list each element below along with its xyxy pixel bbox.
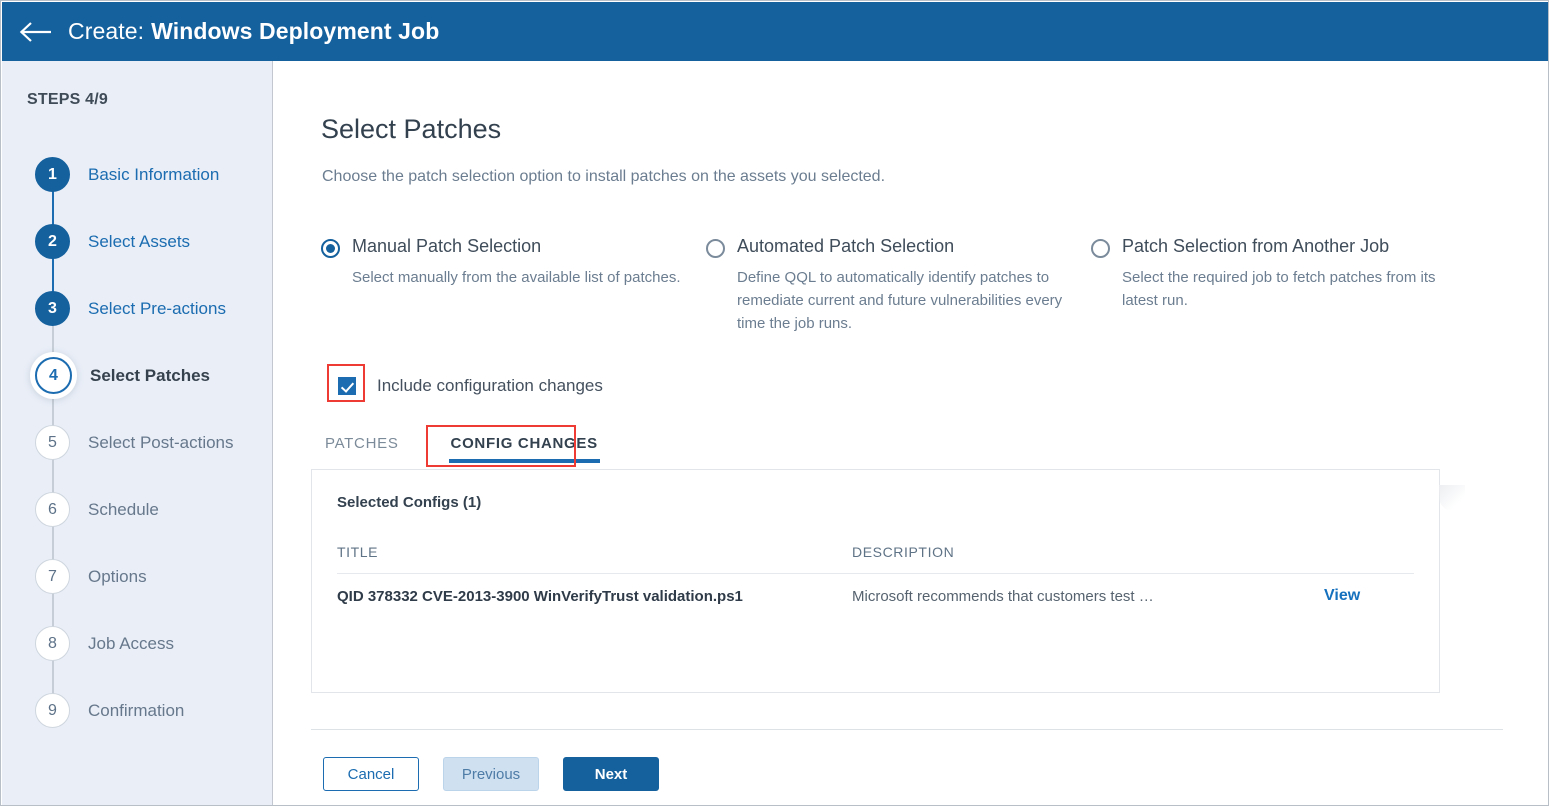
option-patch-selection-from-another-job[interactable]: Patch Selection from Another Job Select … [1091,236,1471,335]
tab-config-changes[interactable]: CONFIG CHANGES [449,431,600,463]
step-connector [52,589,54,631]
wizard-footer-buttons: Cancel Previous Next [323,757,659,791]
step-label: Confirmation [88,701,184,721]
step-label: Select Patches [90,366,210,386]
option-manual-patch-selection[interactable]: Manual Patch Selection Select manually f… [321,236,706,335]
option-label: Patch Selection from Another Job [1122,236,1389,257]
step-number-badge: 8 [35,626,70,661]
view-link[interactable]: View [1324,587,1414,605]
page-subtitle: Choose the patch selection option to ins… [322,168,885,186]
step-connector [52,254,54,296]
steps-counter: STEPS 4/9 [27,91,108,109]
step-label: Job Access [88,634,174,654]
column-header-title: TITLE [337,544,852,560]
tab-patches[interactable]: PATCHES [323,431,401,463]
option-header: Patch Selection from Another Job [1091,236,1471,258]
step-number-badge: 6 [35,492,70,527]
selected-configs-title: Selected Configs (1) [337,494,481,511]
step-connector [52,522,54,564]
main-content: Select Patches Choose the patch selectio… [273,61,1549,806]
patch-selection-options: Manual Patch Selection Select manually f… [321,236,1501,335]
sidebar-step-select-post-actions[interactable]: 5 Select Post-actions [2,409,273,476]
option-header: Manual Patch Selection [321,236,686,258]
wizard-sidebar: STEPS 4/9 1 Basic Information 2 Select A… [2,61,273,806]
header-job-name: Windows Deployment Job [151,18,439,44]
option-description: Select manually from the available list … [352,266,686,289]
step-label: Select Post-actions [88,433,234,453]
option-label: Manual Patch Selection [352,236,541,257]
table-row[interactable]: QID 378332 CVE-2013-3900 WinVerifyTrust … [337,574,1414,618]
option-description: Define QQL to automatically identify pat… [737,266,1071,335]
step-connector [52,388,54,430]
include-config-changes-row[interactable]: Include configuration changes [338,376,603,396]
step-number-badge: 4 [35,357,72,394]
create-job-wizard: Create: Windows Deployment Job STEPS 4/9 … [0,0,1549,806]
column-header-description: DESCRIPTION [852,544,1414,560]
step-number-badge: 2 [35,224,70,259]
app-header: Create: Windows Deployment Job [2,2,1549,61]
sidebar-step-select-patches[interactable]: 4 Select Patches [2,342,273,409]
config-tabs: PATCHES CONFIG CHANGES [323,431,600,463]
selected-configs-panel: Selected Configs (1) TITLE DESCRIPTION Q… [311,469,1440,693]
cancel-button[interactable]: Cancel [323,757,419,791]
panel-corner-shadow [1439,485,1465,511]
sidebar-step-basic-information[interactable]: 1 Basic Information [2,141,273,208]
step-label: Schedule [88,500,159,520]
back-arrow-icon[interactable] [16,17,56,47]
step-label: Options [88,567,147,587]
footer-divider [311,729,1503,730]
next-button[interactable]: Next [563,757,659,791]
wizard-step-list: 1 Basic Information 2 Select Assets 3 Se… [2,141,273,744]
sidebar-step-select-pre-actions[interactable]: 3 Select Pre-actions [2,275,273,342]
step-connector [52,187,54,229]
step-number-badge: 3 [35,291,70,326]
table-header-row: TITLE DESCRIPTION [337,544,1414,574]
step-label: Select Assets [88,232,190,252]
sidebar-step-job-access[interactable]: 8 Job Access [2,610,273,677]
option-header: Automated Patch Selection [706,236,1071,258]
sidebar-step-select-assets[interactable]: 2 Select Assets [2,208,273,275]
checkbox-include-configuration-changes[interactable] [338,377,356,395]
step-number-badge: 1 [35,157,70,192]
step-label: Select Pre-actions [88,299,226,319]
step-number-badge: 9 [35,693,70,728]
option-label: Automated Patch Selection [737,236,954,257]
page-header-title: Create: Windows Deployment Job [68,18,439,45]
step-connector [52,656,54,698]
radio-manual-patch-selection[interactable] [321,239,340,258]
previous-button[interactable]: Previous [443,757,539,791]
radio-automated-patch-selection[interactable] [706,239,725,258]
cell-config-title: QID 378332 CVE-2013-3900 WinVerifyTrust … [337,588,852,605]
sidebar-step-confirmation[interactable]: 9 Confirmation [2,677,273,744]
sidebar-step-options[interactable]: 7 Options [2,543,273,610]
step-number-badge: 5 [35,425,70,460]
step-label: Basic Information [88,165,219,185]
page-title: Select Patches [321,114,501,145]
step-number-badge: 7 [35,559,70,594]
header-prefix: Create: [68,18,144,44]
checkbox-label: Include configuration changes [377,376,603,396]
radio-patch-selection-from-another-job[interactable] [1091,239,1110,258]
cell-config-description: Microsoft recommends that customers test… [852,588,1324,605]
option-automated-patch-selection[interactable]: Automated Patch Selection Define QQL to … [706,236,1091,335]
sidebar-step-schedule[interactable]: 6 Schedule [2,476,273,543]
option-description: Select the required job to fetch patches… [1122,266,1471,312]
step-connector [52,455,54,497]
